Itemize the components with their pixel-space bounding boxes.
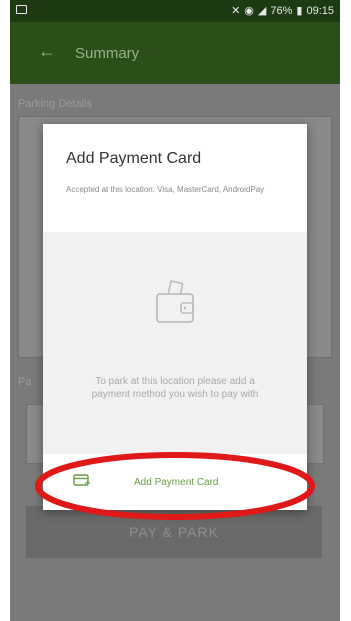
add-payment-card-button[interactable]: Add Payment Card xyxy=(43,464,307,500)
mute-icon: ✕ xyxy=(231,5,241,17)
parking-details-label: Parking Details xyxy=(18,98,92,110)
credit-card-icon xyxy=(73,474,90,486)
clock: 09:15 xyxy=(306,4,334,17)
back-arrow-icon[interactable]: ← xyxy=(38,42,56,60)
signal-icon: ◢ xyxy=(257,5,267,17)
dialog-empty-state: To park at this location please add a pa… xyxy=(43,232,307,454)
payment-section-label: Pa xyxy=(18,376,32,388)
status-bar: ✕ ◉ ◢ 76% ▮ 09:15 xyxy=(10,0,340,22)
accepted-cards-text: Accepted at this location: Visa, MasterC… xyxy=(66,185,265,194)
pay-and-park-button[interactable]: PAY & PARK xyxy=(26,506,322,558)
notification-icon xyxy=(16,5,27,14)
add-payment-card-label: Add Payment Card xyxy=(134,477,219,488)
phone-screen: ✕ ◉ ◢ 76% ▮ 09:15 ← Summary Parking Deta… xyxy=(10,0,340,621)
add-payment-dialog: Add Payment Card Accepted at this locati… xyxy=(43,124,307,510)
page-title: Summary xyxy=(75,45,140,62)
app-bar: ← Summary xyxy=(10,22,340,84)
battery-icon: ▮ xyxy=(296,5,303,17)
status-icons: ✕ ◉ ◢ 76% ▮ 09:15 xyxy=(231,4,334,18)
wifi-icon: ◉ xyxy=(244,5,254,17)
battery-percent: 76% xyxy=(270,4,293,17)
dialog-title: Add Payment Card xyxy=(66,150,202,167)
empty-state-message: To park at this location please add a pa… xyxy=(91,376,259,400)
wallet-icon xyxy=(156,280,194,323)
